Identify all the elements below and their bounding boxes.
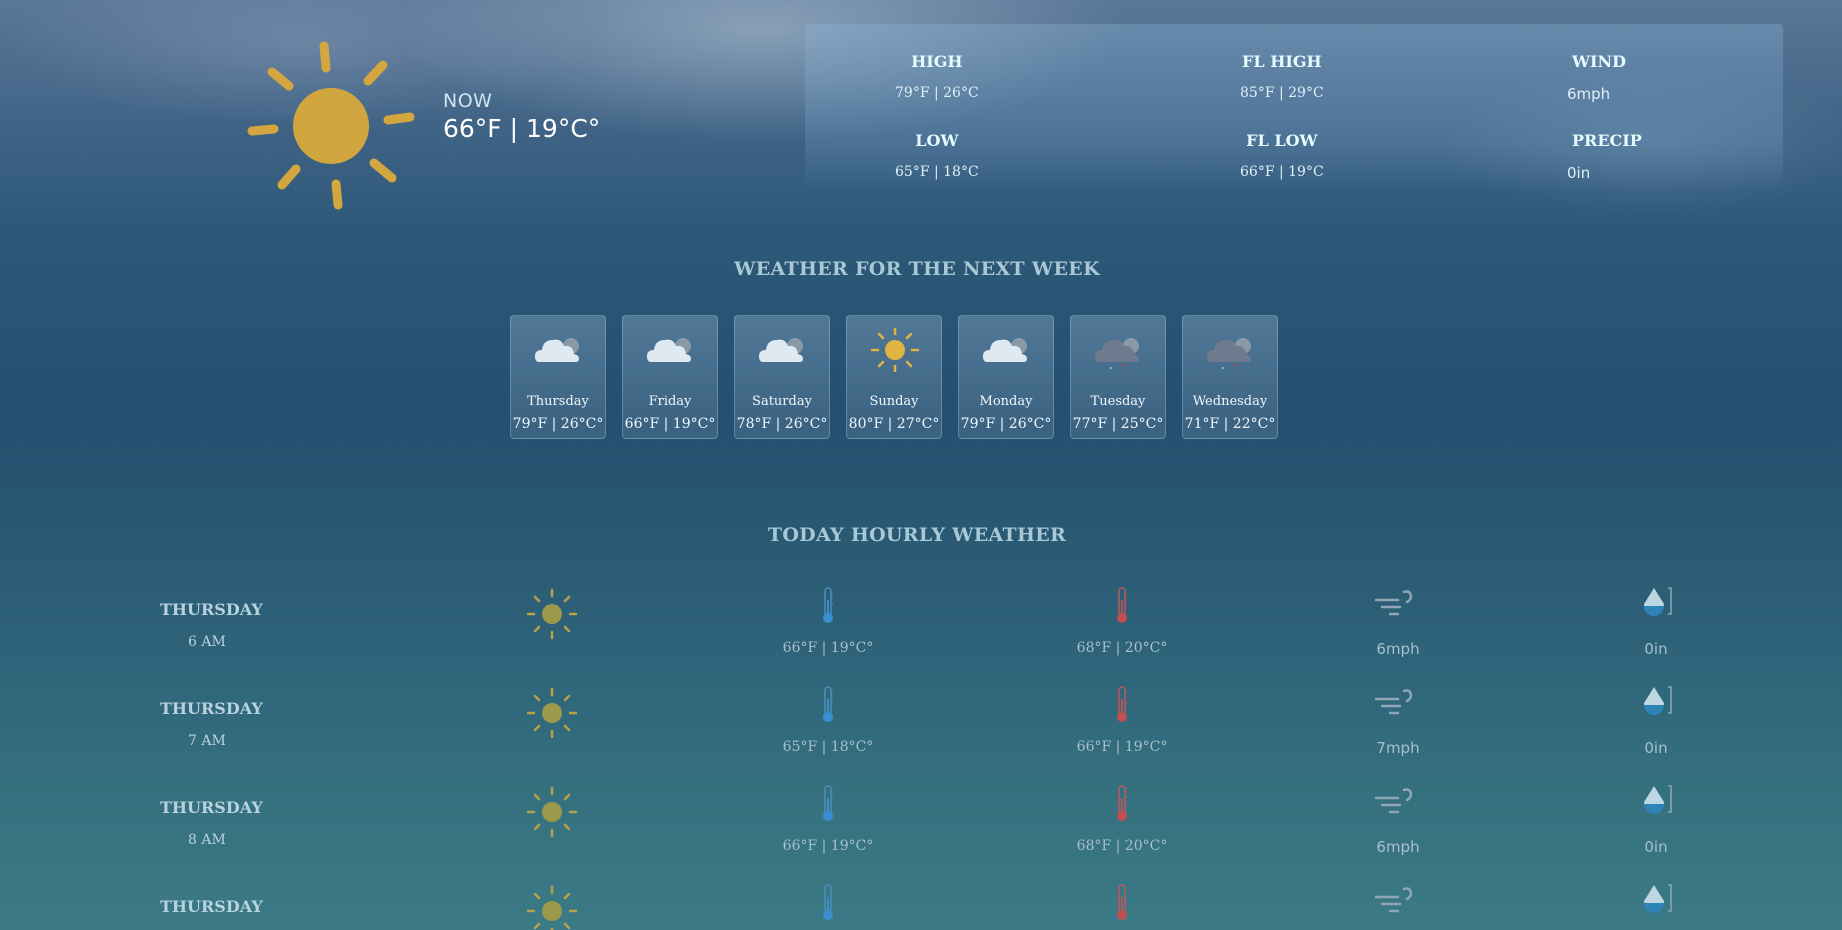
day-name: Tuesday — [1090, 394, 1146, 409]
hour-feels-like: 68°F | 20°C° — [1076, 640, 1168, 656]
thermometer-cold-icon — [818, 883, 838, 927]
stat-low: LOW 65°F | 18°C — [895, 131, 979, 180]
stat-fl-low-label: FL LOW — [1246, 131, 1318, 150]
day-card-saturday[interactable]: Saturday 78°F | 26°C° — [734, 315, 830, 439]
stat-wind: WIND 6mph — [1567, 52, 1626, 103]
stat-fl-high-label: FL HIGH — [1242, 52, 1322, 71]
rain-cloud-icon — [1205, 328, 1257, 372]
stat-fl-high-value: 85°F | 29°C — [1240, 85, 1324, 101]
thermometer-cold-icon — [818, 586, 838, 630]
daily-stats-panel: HIGH 79°F | 26°C LOW 65°F | 18°C FL HIGH… — [805, 24, 1783, 192]
day-temp: 79°F | 26°C° — [512, 416, 604, 432]
day-card-sunday[interactable]: Sunday 80°F | 27°C° — [846, 315, 942, 439]
hour-temp: 66°F | 19°C° — [782, 640, 874, 656]
stat-low-value: 65°F | 18°C — [895, 164, 979, 180]
day-card-thursday[interactable]: Thursday 79°F | 26°C° — [510, 315, 606, 439]
sun-icon — [526, 687, 578, 743]
hour-day: THURSDAY — [160, 699, 263, 718]
day-card-friday[interactable]: Friday 66°F | 19°C° — [622, 315, 718, 439]
day-name: Sunday — [869, 394, 919, 409]
rain-drop-icon — [1640, 782, 1676, 822]
rain-cloud-icon — [1093, 328, 1145, 372]
day-name: Monday — [979, 394, 1033, 409]
hourly-section-title: TODAY HOURLY WEATHER — [767, 524, 1067, 546]
week-section-title: WEATHER FOR THE NEXT WEEK — [734, 258, 1100, 280]
now-temperature: 66°F | 19°C° — [443, 114, 601, 143]
cloud-icon — [981, 328, 1033, 372]
day-name: Friday — [648, 394, 692, 409]
hour-wind: 7mph — [1376, 739, 1420, 757]
day-card-wednesday[interactable]: Wednesday 71°F | 22°C° — [1182, 315, 1278, 439]
stat-low-label: LOW — [915, 131, 959, 150]
cloud-icon — [645, 328, 697, 372]
stat-precip-label: PRECIP — [1572, 131, 1642, 150]
hour-precip: 0in — [1644, 640, 1668, 658]
stat-high: HIGH 79°F | 26°C — [895, 52, 979, 101]
hour-time: 7 AM — [188, 733, 226, 749]
day-card-monday[interactable]: Monday 79°F | 26°C° — [958, 315, 1054, 439]
stat-wind-label: WIND — [1572, 52, 1626, 71]
day-temp: 77°F | 25°C° — [1072, 416, 1164, 432]
day-card-tuesday[interactable]: Tuesday 77°F | 25°C° — [1070, 315, 1166, 439]
hourly-row: THURSDAY 7 AM 65°F | 18°C° 66°F | 19°C° … — [0, 686, 1842, 798]
stat-fl-high: FL HIGH 85°F | 29°C — [1240, 52, 1324, 101]
hour-wind: 6mph — [1376, 838, 1420, 856]
thermometer-cold-icon — [818, 784, 838, 828]
thermometer-warm-icon — [1112, 784, 1132, 828]
hourly-row: THURSDAY 8 AM 66°F | 19°C° 68°F | 20°C° … — [0, 785, 1842, 897]
day-temp: 78°F | 26°C° — [736, 416, 828, 432]
day-temp: 71°F | 22°C° — [1184, 416, 1276, 432]
hour-precip: 0in — [1644, 838, 1668, 856]
cloud-icon — [757, 328, 809, 372]
thermometer-cold-icon — [818, 685, 838, 729]
hour-temp: 65°F | 18°C° — [782, 739, 874, 755]
sun-icon — [526, 786, 578, 842]
stat-fl-low-value: 66°F | 19°C — [1240, 164, 1324, 180]
stat-precip: PRECIP 0in — [1567, 131, 1642, 182]
wind-icon — [1374, 588, 1418, 624]
stat-high-label: HIGH — [911, 52, 963, 71]
current-conditions: NOW 66°F | 19°C° — [443, 90, 600, 143]
hour-feels-like: 66°F | 19°C° — [1076, 739, 1168, 755]
hour-time: 6 AM — [188, 634, 226, 650]
day-name: Saturday — [752, 394, 812, 409]
day-temp: 66°F | 19°C° — [624, 416, 716, 432]
hour-time: 8 AM — [188, 832, 226, 848]
stat-fl-low: FL LOW 66°F | 19°C — [1240, 131, 1324, 180]
rain-drop-icon — [1640, 881, 1676, 921]
sun-icon — [240, 38, 420, 218]
rain-drop-icon — [1640, 584, 1676, 624]
rain-drop-icon — [1640, 683, 1676, 723]
wind-icon — [1374, 885, 1418, 921]
wind-icon — [1374, 786, 1418, 822]
thermometer-warm-icon — [1112, 586, 1132, 630]
day-temp: 80°F | 27°C° — [848, 416, 940, 432]
stat-precip-value: 0in — [1567, 164, 1591, 182]
hour-day: THURSDAY — [160, 600, 263, 619]
day-name: Thursday — [527, 394, 589, 409]
stat-high-value: 79°F | 26°C — [895, 85, 979, 101]
now-label: NOW — [443, 90, 493, 112]
thermometer-warm-icon — [1112, 883, 1132, 927]
hourly-row: THURSDAY — [0, 884, 1842, 930]
hour-feels-like: 68°F | 20°C° — [1076, 838, 1168, 854]
sun-icon — [526, 885, 578, 930]
day-temp: 79°F | 26°C° — [960, 416, 1052, 432]
hour-temp: 66°F | 19°C° — [782, 838, 874, 854]
day-name: Wednesday — [1192, 394, 1268, 409]
hour-wind: 6mph — [1376, 640, 1420, 658]
hour-day: THURSDAY — [160, 897, 263, 916]
hour-precip: 0in — [1644, 739, 1668, 757]
cloud-icon — [533, 328, 585, 372]
stat-wind-value: 6mph — [1567, 85, 1611, 103]
hourly-row: THURSDAY 6 AM 66°F | 19°C° 68°F | 20°C° … — [0, 587, 1842, 699]
sun-icon — [526, 588, 578, 644]
hour-day: THURSDAY — [160, 798, 263, 817]
sun-icon — [869, 326, 921, 374]
thermometer-warm-icon — [1112, 685, 1132, 729]
wind-icon — [1374, 687, 1418, 723]
